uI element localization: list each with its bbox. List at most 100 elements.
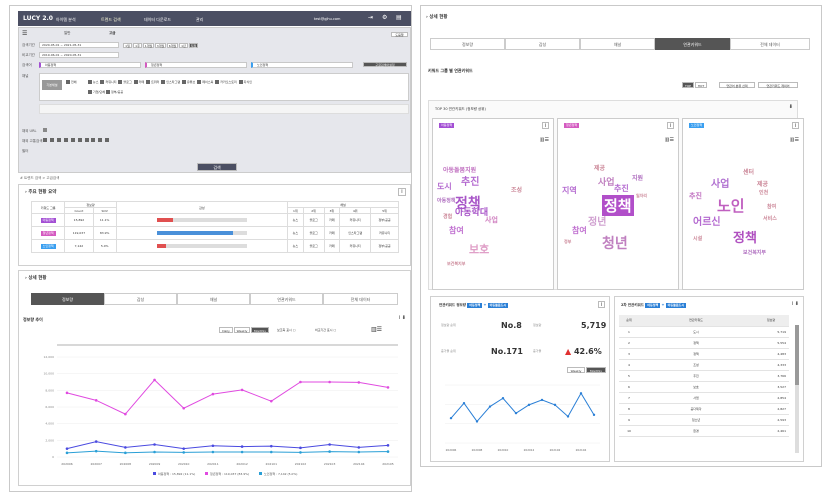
data-point[interactable] [240, 388, 244, 392]
wordcloud-word[interactable]: 사업 [598, 175, 615, 188]
data-point[interactable] [592, 413, 596, 417]
data-point[interactable] [299, 380, 302, 384]
data-point[interactable] [299, 446, 302, 450]
wordcloud-word[interactable]: 추진 [461, 173, 479, 188]
data-point[interactable] [124, 412, 127, 416]
data-point[interactable] [182, 447, 186, 450]
user-email[interactable]: test@gjhu.com [314, 17, 340, 21]
data-point[interactable] [328, 450, 331, 453]
wordcloud-word[interactable]: 센터 [743, 167, 754, 176]
channel-6[interactable]: 유튜브 [182, 80, 195, 84]
period-1w[interactable]: 1주 [133, 43, 142, 48]
table-row[interactable]: 1 도시 5,719 [619, 326, 789, 338]
data-point[interactable] [94, 399, 98, 402]
compare-period-toggle[interactable]: 비교기간 표시 ▢ [315, 328, 336, 332]
wordcloud-word[interactable]: 아동학대 [455, 205, 488, 218]
channel-9[interactable]: 지식인 [238, 80, 252, 84]
table-row[interactable]: 8 공다제각 2,827 [619, 403, 789, 415]
wordcloud-word[interactable]: 추진 [689, 191, 702, 201]
data-point[interactable] [269, 399, 273, 403]
toggle-daily[interactable]: Daily [219, 327, 233, 333]
settings-icon[interactable]: ⚙ [382, 14, 387, 21]
chart-toggle-icon[interactable]: ▥☰ [665, 137, 674, 143]
legend-item[interactable]: 아동정책 : 15,892 (11.1%) [158, 471, 195, 476]
data-point[interactable] [153, 450, 156, 454]
filter-tab-advanced[interactable]: 고급 [109, 31, 115, 36]
tab-channel[interactable]: 채널 [580, 38, 655, 50]
top-button[interactable]: TOP [682, 82, 694, 88]
wordcloud-word[interactable]: 인천 [759, 189, 768, 196]
data-point[interactable] [386, 450, 390, 453]
data-point[interactable] [94, 440, 98, 443]
data-point[interactable] [269, 444, 273, 448]
download-icon[interactable]: i ⬇ [792, 301, 799, 307]
tab-channel[interactable]: 채널 [177, 293, 250, 305]
data-point[interactable] [211, 450, 215, 454]
wordcloud-word[interactable]: 사업 [485, 215, 498, 225]
channel-extra[interactable]: 기업/단체 정부/공공 [88, 90, 123, 94]
tab-volume[interactable]: 정보량 [31, 293, 104, 305]
data-point[interactable] [386, 386, 390, 389]
data-point[interactable] [153, 443, 156, 446]
data-point[interactable] [553, 403, 557, 407]
tab-all-data[interactable]: 전체 데이터 [323, 293, 398, 305]
table-row[interactable]: 6 보호 3,527 [619, 381, 789, 393]
search-button[interactable]: 검색 [197, 163, 237, 171]
data-point[interactable] [514, 411, 518, 415]
nav-item-trend[interactable]: 트렌드 검색 [101, 17, 121, 23]
chart-toggle-icon[interactable]: ▥☰ [790, 137, 799, 143]
wordcloud-word[interactable]: 정부 [564, 239, 571, 245]
wordcloud-word[interactable]: 제공 [594, 163, 605, 172]
wordcloud-word[interactable]: 아동돌봄지원 [443, 165, 476, 174]
tab-volume[interactable]: 정보량 [430, 38, 505, 50]
tab-related[interactable]: 연관키워드 [655, 38, 730, 50]
table-row[interactable]: 2 정책 5,554 [619, 337, 789, 349]
period-custom[interactable]: 직접 [189, 43, 198, 48]
compare-input[interactable]: 2019-06-01 ~ 2020-05-31 [39, 52, 119, 58]
data-point[interactable] [65, 447, 69, 450]
period-3m[interactable]: 3개월 [155, 43, 166, 48]
wordcloud-word[interactable]: 노인 [717, 195, 745, 216]
wordcloud-word[interactable]: 제공 [757, 179, 768, 188]
add-keyword-button[interactable]: 구글검색어설정 [363, 62, 407, 67]
info-icon[interactable]: i [598, 301, 605, 308]
wordcloud-word[interactable]: 사업 [711, 175, 729, 190]
data-point[interactable] [386, 444, 390, 447]
wordcloud-word[interactable]: 보건복지부 [447, 261, 465, 267]
wordcloud-word[interactable]: 시설 [693, 235, 702, 242]
table-row[interactable]: 10 환경 2,461 [619, 425, 789, 437]
data-point[interactable] [462, 402, 466, 405]
table-row[interactable]: 9 청소년 2,593 [619, 414, 789, 426]
channel-5[interactable]: 인스타그램 [161, 80, 180, 84]
data-point[interactable] [65, 391, 69, 395]
channel-3[interactable]: 카페 [133, 80, 144, 84]
toggle-weekly[interactable]: Weekly [234, 327, 250, 333]
secondary-axis-toggle[interactable]: 보조축 표시 ▢ [277, 328, 296, 332]
wordcloud-word[interactable]: 어르신 [693, 213, 721, 228]
data-point[interactable] [475, 420, 479, 423]
period-1d[interactable]: 1일 [123, 43, 132, 48]
channel-0[interactable]: 뉴스 [88, 80, 99, 84]
data-point[interactable] [299, 451, 302, 454]
toggle-monthly[interactable]: Monthly [586, 367, 606, 373]
channel-4[interactable]: 트위터 [146, 80, 159, 84]
data-point[interactable] [357, 446, 361, 449]
wordcloud-word[interactable]: 아동정책 [437, 197, 455, 204]
wordcloud-word[interactable]: 참여 [767, 203, 776, 210]
wordcloud-word[interactable]: 지역 [562, 185, 577, 196]
table-row[interactable]: 5 추진 3,766 [619, 370, 789, 382]
wordcloud-word[interactable]: 추진 [614, 183, 629, 194]
wordcloud-word[interactable]: 일자리 [636, 193, 647, 199]
table-row[interactable]: 3 정책 4,483 [619, 348, 789, 360]
wordcloud-word[interactable]: 경험 [443, 213, 452, 220]
tab-sentiment[interactable]: 감성 [505, 38, 580, 50]
table-row[interactable]: 7 사업 2,854 [619, 392, 789, 404]
data-point[interactable] [540, 398, 544, 402]
wordcloud-word[interactable]: 도시 [437, 181, 452, 192]
data-point[interactable] [566, 415, 570, 418]
classify-button[interactable]: 연관어 분류 선택 [719, 82, 755, 88]
data-point[interactable] [269, 450, 273, 454]
nav-item-analysis[interactable]: 아이템 분석 [56, 17, 76, 23]
info-icon[interactable]: i [667, 122, 674, 129]
data-point[interactable] [124, 446, 127, 449]
